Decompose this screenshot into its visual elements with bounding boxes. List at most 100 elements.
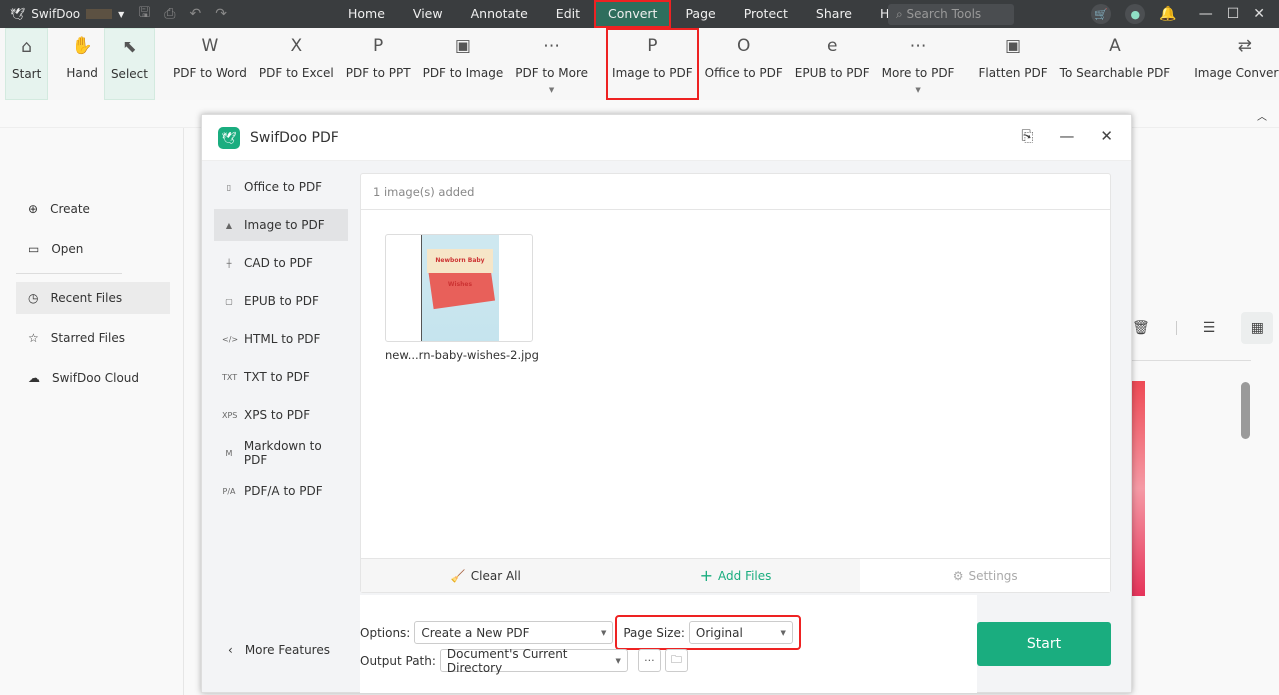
sidebar-label: SwifDoo Cloud bbox=[52, 371, 140, 385]
menu-view[interactable]: View bbox=[399, 0, 457, 28]
menu-annotate[interactable]: Annotate bbox=[457, 0, 542, 28]
more-features-button[interactable]: ‹ More Features bbox=[228, 643, 330, 657]
gear-icon: ⚙ bbox=[952, 568, 964, 583]
open-folder-button[interactable]: 🗀 bbox=[664, 649, 688, 672]
thumbnail-image: Newborn Baby Wishes bbox=[421, 235, 499, 341]
undo-icon[interactable]: ↶ bbox=[189, 6, 201, 22]
menu-home[interactable]: Home bbox=[334, 0, 399, 28]
ribbon-more-to-pdf-button[interactable]: ⋯ More to PDF ▼ bbox=[876, 28, 961, 100]
swifdoo-logo-icon: 🕊 bbox=[218, 126, 240, 149]
ribbon-label: PDF to More bbox=[515, 66, 589, 80]
list-view-icon[interactable]: ☰ bbox=[1203, 320, 1216, 336]
menu-protect[interactable]: Protect bbox=[730, 0, 802, 28]
dropdown-arrow-icon: ▼ bbox=[548, 86, 555, 94]
nav-item-markdown-to-pdf[interactable]: M Markdown to PDF bbox=[214, 437, 348, 469]
sidebar-item-open[interactable]: ▭ Open bbox=[16, 233, 170, 265]
file-thumbnail[interactable]: Newborn Baby Wishes bbox=[385, 234, 533, 342]
minimize-icon[interactable]: — bbox=[1059, 127, 1074, 145]
clear-all-button[interactable]: 🧹 Clear All bbox=[361, 559, 611, 592]
nav-label: Office to PDF bbox=[244, 180, 323, 194]
sidebar-item-create[interactable]: ⊕ Create bbox=[16, 193, 170, 225]
ribbon-label: PDF to Excel bbox=[258, 66, 334, 80]
format-icon: ▢ bbox=[225, 296, 233, 306]
title-bar: 🕊 SwifDoo ▼ 🖫 ⎙ ↶ ↷ Home View Annotate Edit C… bbox=[0, 0, 1279, 28]
nav-item-image-to-pdf[interactable]: ▲ Image to PDF bbox=[214, 209, 348, 241]
searchable-icon: A bbox=[1109, 36, 1121, 56]
ribbon-label: PDF to Image bbox=[422, 66, 504, 80]
user-avatar-icon[interactable]: ● bbox=[1125, 4, 1146, 24]
menu-edit[interactable]: Edit bbox=[542, 0, 594, 28]
cloud-icon: ☁ bbox=[28, 371, 40, 385]
nav-item-pdf-a-to-pdf[interactable]: P/A PDF/A to PDF bbox=[214, 475, 348, 507]
sidebar-item-recent-files[interactable]: ◷ Recent Files bbox=[16, 282, 170, 314]
image-count: 1 image(s) added bbox=[361, 174, 1110, 210]
sidebar-item-starred-files[interactable]: ☆ Starred Files bbox=[16, 322, 170, 354]
page-size-select[interactable]: Original ▼ bbox=[688, 621, 793, 644]
file-preview[interactable] bbox=[1131, 381, 1145, 596]
ribbon-image-to-pdf-button[interactable]: P Image to PDF bbox=[606, 28, 699, 100]
sidebar-label: Recent Files bbox=[50, 291, 123, 305]
ribbon-label: Image to PDF bbox=[612, 66, 693, 80]
close-icon[interactable]: ✕ bbox=[1100, 127, 1113, 145]
feedback-icon[interactable]: ⎘ bbox=[1021, 127, 1033, 145]
search-tools-input[interactable]: ⌕ Search Tools bbox=[888, 4, 1014, 25]
excel-icon: X bbox=[290, 36, 303, 56]
maximize-icon[interactable]: ☐ bbox=[1227, 6, 1240, 22]
cart-icon[interactable]: 🛒 bbox=[1091, 4, 1112, 24]
minimize-icon[interactable]: — bbox=[1199, 6, 1213, 22]
ribbon-pdf-to-excel-button[interactable]: X PDF to Excel bbox=[253, 28, 340, 100]
settings-button[interactable]: ⚙ Settings bbox=[860, 559, 1111, 592]
ribbon-pdf-to-ppt-button[interactable]: P PDF to PPT bbox=[340, 28, 417, 100]
add-files-button[interactable]: + Add Files bbox=[611, 559, 861, 592]
ribbon-hand-button[interactable]: ✋ Hand bbox=[60, 28, 104, 100]
nav-label: XPS to PDF bbox=[244, 408, 311, 422]
options-select[interactable]: Create a New PDF ▼ bbox=[414, 621, 614, 644]
nav-item-xps-to-pdf[interactable]: XPS XPS to PDF bbox=[214, 399, 348, 431]
nav-item-cad-to-pdf[interactable]: ┼ CAD to PDF bbox=[214, 247, 348, 279]
bell-icon[interactable]: 🔔 bbox=[1159, 6, 1176, 22]
redo-icon[interactable]: ↷ bbox=[215, 6, 227, 22]
ribbon-to-searchable-pdf-button[interactable]: A To Searchable PDF bbox=[1054, 28, 1177, 100]
output-path-select[interactable]: Document's Current Directory ▼ bbox=[439, 647, 628, 675]
ribbon-pdf-to-image-button[interactable]: ▣ PDF to Image bbox=[417, 28, 510, 100]
nav-item-epub-to-pdf[interactable]: ▢ EPUB to PDF bbox=[214, 285, 348, 317]
settings-label: Settings bbox=[968, 568, 1018, 583]
chevron-up-icon[interactable]: ︿ bbox=[1257, 108, 1267, 123]
save-icon[interactable]: 🖫 bbox=[138, 2, 150, 26]
grid-view-icon[interactable]: ▦ bbox=[1241, 312, 1274, 344]
chevron-down-icon: ▼ bbox=[118, 9, 125, 19]
ribbon-start-button[interactable]: ⌂ Start bbox=[5, 28, 49, 100]
image-to-pdf-icon: P bbox=[647, 36, 658, 56]
menu-page[interactable]: Page bbox=[671, 0, 729, 28]
main-menu: Home View Annotate Edit Convert Page Pro… bbox=[334, 0, 923, 28]
ribbon-office-to-pdf-button[interactable]: O Office to PDF bbox=[699, 28, 789, 100]
ribbon-pdf-to-more-button[interactable]: ⋯ PDF to More ▼ bbox=[509, 28, 594, 100]
flatten-icon: ▣ bbox=[1005, 36, 1022, 56]
trash-icon[interactable]: 🗑 bbox=[1132, 320, 1150, 336]
home-icon: ⌂ bbox=[21, 37, 33, 57]
close-icon[interactable]: ✕ bbox=[1253, 6, 1265, 22]
scrollbar[interactable] bbox=[1241, 382, 1250, 439]
nav-item-txt-to-pdf[interactable]: TXT TXT to PDF bbox=[214, 361, 348, 393]
blurred-text bbox=[86, 9, 113, 19]
sidebar-item-swifdoo-cloud[interactable]: ☁ SwifDoo Cloud bbox=[16, 362, 170, 394]
ribbon-epub-to-pdf-button[interactable]: e EPUB to PDF bbox=[789, 28, 876, 100]
sidebar-label: Create bbox=[50, 202, 90, 216]
ribbon-flatten-pdf-button[interactable]: ▣ Flatten PDF bbox=[972, 28, 1053, 100]
create-icon: ⊕ bbox=[28, 202, 39, 216]
browse-more-button[interactable]: ··· bbox=[637, 649, 661, 672]
nav-item-office-to-pdf[interactable]: ▯ Office to PDF bbox=[214, 171, 348, 203]
ribbon-label: Image Converter bbox=[1194, 66, 1279, 80]
print-icon[interactable]: ⎙ bbox=[164, 6, 175, 22]
nav-item-html-to-pdf[interactable]: </> HTML to PDF bbox=[214, 323, 348, 355]
menu-convert[interactable]: Convert bbox=[594, 0, 672, 28]
start-button[interactable]: Start bbox=[977, 622, 1111, 666]
options-label: Options: bbox=[360, 625, 411, 640]
ribbon-select-button[interactable]: ⬉ Select bbox=[103, 28, 155, 100]
ribbon-image-converter-button[interactable]: ⇄ Image Converter bbox=[1188, 28, 1279, 100]
menu-share[interactable]: Share bbox=[802, 0, 866, 28]
ribbon-pdf-to-word-button[interactable]: W PDF to Word bbox=[167, 28, 253, 100]
search-icon: ⌕ bbox=[896, 7, 907, 21]
app-menu[interactable]: 🕊 SwifDoo ▼ bbox=[0, 7, 124, 21]
add-files-label: Add Files bbox=[718, 568, 772, 583]
